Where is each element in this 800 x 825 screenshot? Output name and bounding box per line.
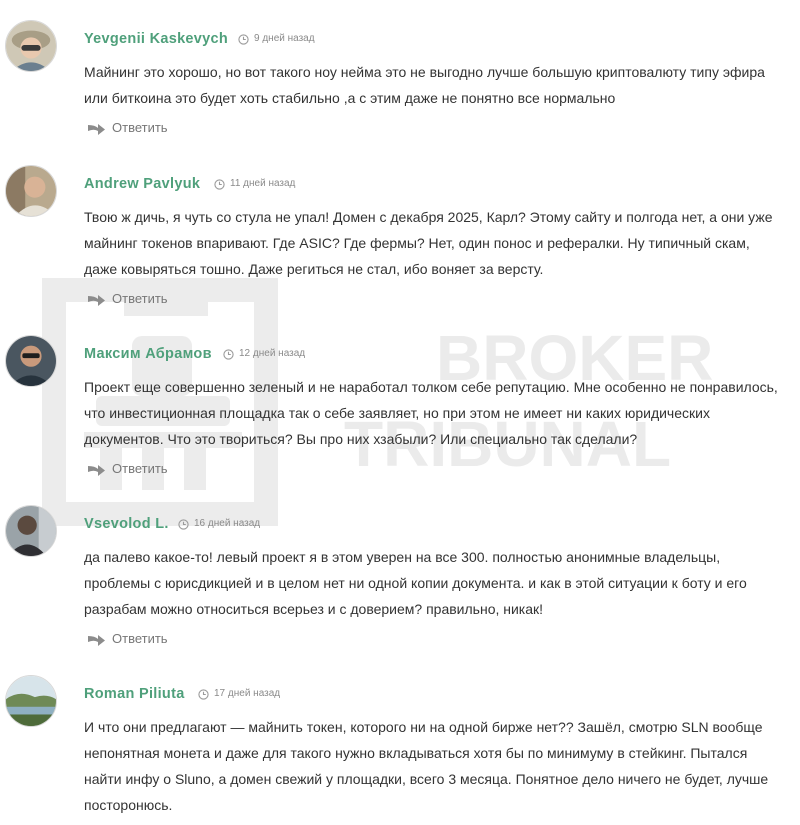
comment-date: 11 дней назад xyxy=(230,178,296,189)
reply-button[interactable]: Ответить xyxy=(86,291,168,307)
comment-date: 9 дней назад xyxy=(254,33,315,44)
reply-arrow-icon xyxy=(88,635,105,646)
avatar[interactable] xyxy=(5,675,57,727)
comment-text: Проект еще совершенно зеленый и не нараб… xyxy=(84,379,778,447)
comment-meta: 12 дней назад xyxy=(223,348,305,360)
avatar-image xyxy=(6,166,56,216)
comment-author[interactable]: Yevgenii Kaskevych xyxy=(84,30,228,48)
avatar-image xyxy=(6,506,56,556)
reply-label: Ответить xyxy=(112,291,168,306)
comment-text: да палево какое-то! левый проект я в это… xyxy=(84,549,747,617)
comment-text: И что они предлагают — майнить токен, ко… xyxy=(84,719,769,813)
reply-button[interactable]: Ответить xyxy=(86,120,168,136)
reply-label: Ответить xyxy=(112,120,168,135)
clock-icon xyxy=(198,688,209,700)
comment-date: 12 дней назад xyxy=(239,348,306,359)
reply-arrow-icon xyxy=(88,295,105,306)
comment-meta: 17 дней назад xyxy=(198,688,280,700)
reply-label: Ответить xyxy=(112,461,168,476)
clock-icon xyxy=(238,33,249,45)
clock-icon xyxy=(178,518,189,530)
comment-author[interactable]: Vsevolod L. xyxy=(84,515,169,533)
avatar-image xyxy=(6,21,56,71)
avatar[interactable] xyxy=(5,505,57,557)
comment-author[interactable]: Andrew Pavlyuk xyxy=(84,175,200,193)
avatar[interactable] xyxy=(5,335,57,387)
comment-date: 16 дней назад xyxy=(194,518,261,529)
comment-author[interactable]: Roman Piliuta xyxy=(84,685,185,703)
comment-date: 17 дней назад xyxy=(214,688,281,699)
reply-label: Ответить xyxy=(112,631,168,646)
avatar-image xyxy=(6,336,56,386)
avatar[interactable] xyxy=(5,165,57,217)
clock-icon xyxy=(214,178,225,190)
avatar-image xyxy=(6,676,56,726)
comment-text: Майнинг это хорошо, но вот такого ноу не… xyxy=(84,64,765,106)
comment-author[interactable]: Максим Абрамов xyxy=(84,345,212,363)
reply-button[interactable]: Ответить xyxy=(86,631,168,647)
reply-arrow-icon xyxy=(88,465,105,476)
comment-meta: 11 дней назад xyxy=(214,178,295,190)
comment-text: Твою ж дичь, я чуть со стула не упал! До… xyxy=(84,209,773,277)
clock-icon xyxy=(223,348,234,360)
avatar[interactable] xyxy=(5,20,57,72)
comment-meta: 9 дней назад xyxy=(238,33,315,45)
comment-meta: 16 дней назад xyxy=(178,518,260,530)
reply-button[interactable]: Ответить xyxy=(86,461,168,477)
reply-arrow-icon xyxy=(88,124,105,135)
